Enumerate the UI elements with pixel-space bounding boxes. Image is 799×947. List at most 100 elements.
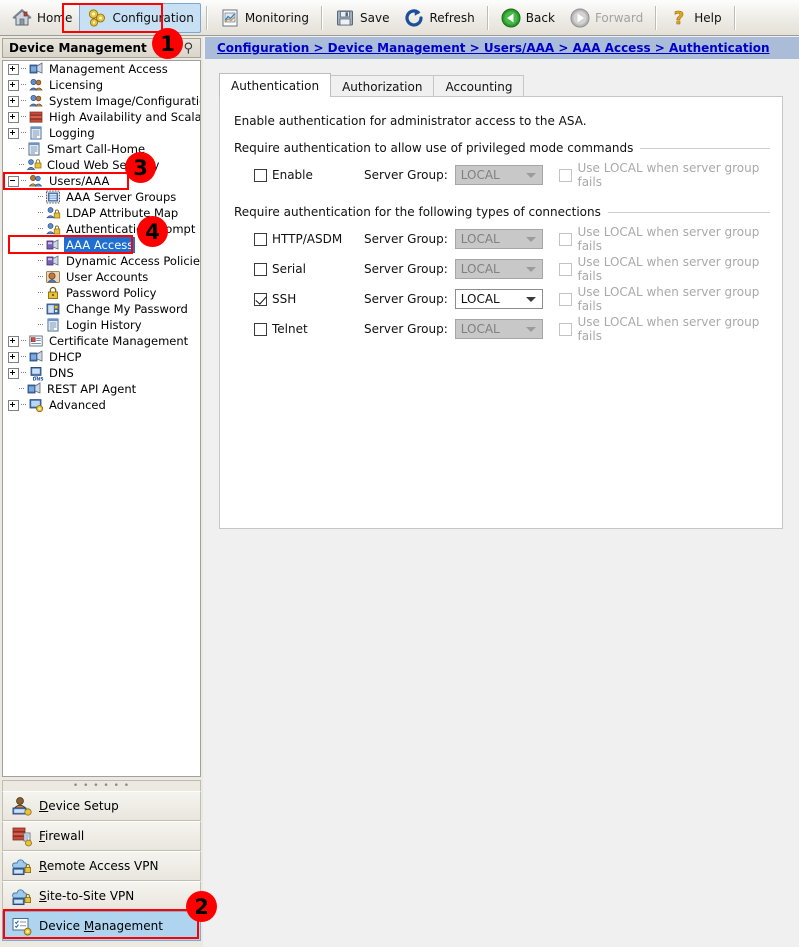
question-mark-icon: ? [668,7,690,29]
tree-item-licensing[interactable]: Licensing [3,77,200,93]
tree-item-advanced[interactable]: Advanced [3,397,200,413]
collapse-icon[interactable] [8,175,19,187]
server-group-select-ssh[interactable]: LOCAL [454,289,544,309]
toolbar-button-back[interactable]: Back [493,3,562,33]
use-local-group-ssh: Use LOCAL when server group fails [559,285,770,313]
tab-strip: Authentication Authorization Accounting [219,73,525,97]
tree-item-change-my-password[interactable]: Change My Password [3,301,200,317]
checkbox-use-local-enable[interactable] [559,168,573,182]
toolbar-button-monitoring[interactable]: Monitoring [212,3,316,33]
server-group-label-http-asdm: Server Group: [364,232,448,246]
nav-item-device-setup[interactable]: Device Setup [2,791,201,821]
toolbar-separator-4 [655,5,657,30]
tab-accounting[interactable]: Accounting [433,75,525,97]
expand-icon[interactable] [8,111,19,123]
navigation-tree[interactable]: Management Access Licensing System Image/C… [2,60,201,777]
tree-item-dynamic-access-policies[interactable]: Dynamic Access Policies [3,253,200,269]
checkbox-enable[interactable] [254,168,267,182]
aaa-access-icon [45,237,61,253]
tree-item-cloud-web-security[interactable]: Cloud Web Security [3,157,200,173]
toolbar-button-help[interactable]: ? Help [661,3,728,33]
server-group-value: LOCAL [460,262,500,276]
checkbox-use-local-telnet[interactable] [559,322,573,336]
toolbar-button-refresh[interactable]: Refresh [396,3,481,33]
chevron-down-icon[interactable] [526,327,537,332]
checkbox-ssh[interactable] [254,292,267,306]
nav-item-site-to-site-vpn[interactable]: Site-to-Site VPN [2,881,201,911]
expand-icon[interactable] [8,351,19,363]
tree-item-label: Change My Password [66,302,188,316]
toolbar-button-home[interactable]: Home [4,3,79,33]
panel-resize-grip[interactable]: • • • • • • [2,780,201,791]
nav-item-device-management[interactable]: Device Management [2,911,201,941]
checkbox-use-local-http-asdm[interactable] [559,232,573,246]
checkbox-label-http-asdm[interactable]: HTTP/ASDM [272,232,350,246]
expand-icon[interactable] [8,63,19,75]
server-group-select-serial[interactable]: LOCAL [454,259,544,279]
tree-item-management-access[interactable]: Management Access [3,61,200,77]
expand-icon[interactable] [8,79,19,91]
breadcrumb-path[interactable]: Configuration > Device Management > User… [217,41,770,55]
tree-item-users-aaa[interactable]: Users/AAA [3,173,200,189]
expand-icon[interactable] [8,127,19,139]
pin-icon[interactable]: ⚲ [183,42,193,55]
server-group-select-enable[interactable]: LOCAL [454,165,544,185]
toolbar-separator-2 [321,5,322,30]
checkbox-http-asdm[interactable] [254,232,267,246]
tree-item-rest-api-agent[interactable]: REST API Agent [3,381,200,397]
tab-authorization[interactable]: Authorization [330,75,435,97]
checkbox-label-telnet[interactable]: Telnet [272,322,350,336]
tree-item-logging[interactable]: Logging [3,125,200,141]
tree-item-high-availability-and-scalability[interactable]: High Availability and Scalability [3,109,200,125]
tree-item-system-image-configuration[interactable]: System Image/Configuration [3,93,200,109]
checkbox-telnet[interactable] [254,322,267,336]
checkbox-label-ssh[interactable]: SSH [272,292,350,306]
checkbox-label-serial[interactable]: Serial [272,262,350,276]
tree-item-dhcp[interactable]: DHCP [3,349,200,365]
toolbar-button-forward[interactable]: Forward [562,3,650,33]
checkbox-label-enable[interactable]: Enable [272,168,350,182]
expand-icon[interactable] [8,335,19,347]
panel-title: Device Management [9,41,147,55]
toolbar-label-save: Save [360,10,390,25]
auth-row-telnet: Telnet Server Group: LOCAL Use LOCAL when s… [234,315,770,343]
tree-connector-line [38,269,45,285]
tree-item-password-policy[interactable]: Password Policy [3,285,200,301]
server-group-select-telnet[interactable]: LOCAL [454,319,544,339]
chevron-down-icon[interactable] [526,237,537,242]
tree-item-dns[interactable]: DNS DNS [3,365,200,382]
server-group-label-telnet: Server Group: [364,322,448,336]
tab-authentication[interactable]: Authentication [219,73,332,97]
tree-item-aaa-access[interactable]: AAA Access [3,237,200,253]
server-group-label-serial: Server Group: [364,262,448,276]
tree-item-user-accounts[interactable]: User Accounts [3,269,200,285]
tree-item-aaa-server-groups[interactable]: AAA Server Groups [3,189,200,205]
use-local-label-ssh: Use LOCAL when server group fails [577,285,760,313]
expand-icon[interactable] [8,367,19,379]
checkbox-serial[interactable] [254,262,267,276]
tree-item-label: Licensing [49,78,104,92]
connection-types-rows: HTTP/ASDM Server Group: LOCAL Use LOCAL whe… [234,225,770,343]
checkbox-use-local-serial[interactable] [559,262,573,276]
tree-item-ldap-attribute-map[interactable]: LDAP Attribute Map [3,205,200,221]
forward-arrow-icon [569,7,591,29]
tree-connector-line [21,61,28,77]
chevron-down-icon[interactable] [526,267,537,272]
chevron-down-icon[interactable] [526,297,537,302]
expand-icon[interactable] [8,399,19,411]
chevron-down-icon[interactable] [526,173,537,178]
nav-item-remote-access-vpn[interactable]: Remote Access VPN [2,851,201,881]
nav-item-firewall[interactable]: Firewall [2,821,201,851]
server-group-select-http-asdm[interactable]: LOCAL [454,229,544,249]
expand-icon[interactable] [8,95,19,107]
tree-item-login-history[interactable]: Login History [3,317,200,333]
toolbar-button-save[interactable]: Save [327,3,396,33]
server-group-value: LOCAL [460,232,500,246]
auth-row-ssh: SSH Server Group: LOCAL Use LOCAL when serv… [234,285,770,313]
device-management-panel-header: Device Management ⚲ [2,38,201,58]
tree-item-certificate-management[interactable]: Certificate Management [3,333,200,349]
toolbar-button-configuration[interactable]: Configuration [79,2,201,33]
tree-item-authentication-prompt[interactable]: Authentication Prompt [3,221,200,237]
checkbox-use-local-ssh[interactable] [559,292,573,306]
tree-item-smart-call-home[interactable]: Smart Call-Home [3,141,200,157]
